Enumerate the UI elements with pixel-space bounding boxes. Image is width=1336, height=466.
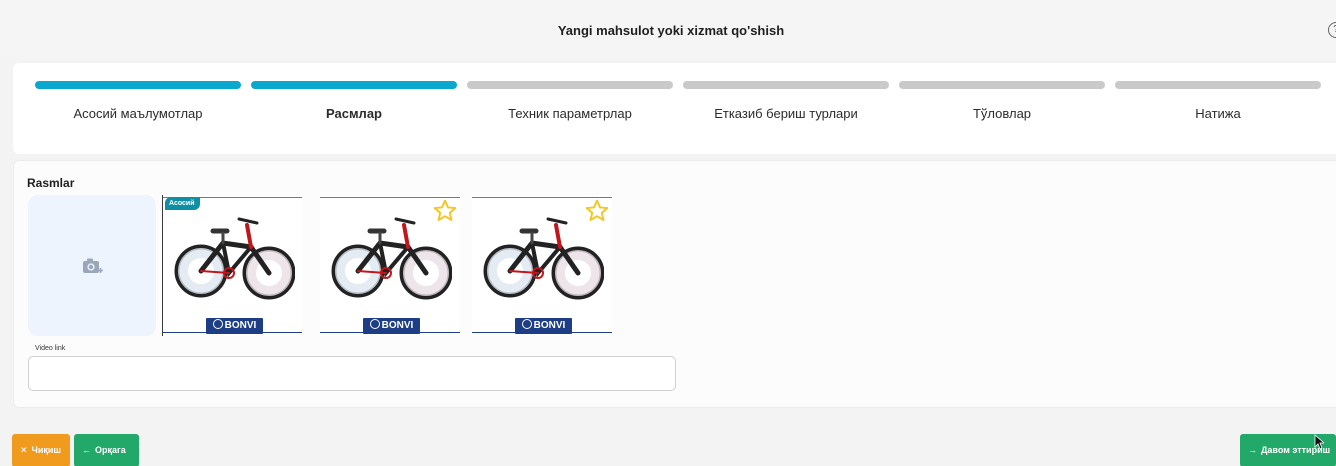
back-button-label: Орқага xyxy=(95,445,126,455)
video-link-label: Video link xyxy=(35,345,66,352)
image-upload-button[interactable] xyxy=(28,195,156,336)
close-icon: ✕ xyxy=(20,445,28,455)
image-thumbnail[interactable]: BONVI xyxy=(320,195,460,336)
step-delivery-types[interactable]: Етказиб бериш турлари xyxy=(683,81,889,121)
step-progress-bar xyxy=(899,81,1105,89)
thumb-frame-bottom xyxy=(320,332,460,333)
thumb-frame-bottom xyxy=(472,332,612,333)
step-progress-bar xyxy=(35,81,241,89)
bonvi-logo-icon xyxy=(369,319,380,329)
bonvi-logo-icon xyxy=(521,319,532,329)
section-title: Rasmlar xyxy=(27,176,75,190)
step-progress-bar xyxy=(251,81,457,89)
image-thumbnail[interactable]: Асосий BONVI xyxy=(162,195,302,336)
images-section: Rasmlar Асосий BONVI BONVI BONVI Video l… xyxy=(13,160,1336,408)
step-label: Етказиб бериш турлари xyxy=(714,106,858,121)
step-progress-bar xyxy=(683,81,889,89)
modal-header: Yangi mahsulot yoki xizmat qo'shish ? xyxy=(0,0,1336,60)
star-outline-icon[interactable] xyxy=(584,198,610,224)
brand-text: BONVI xyxy=(224,320,257,331)
step-basic-info[interactable]: Асосий маълумотлар xyxy=(35,81,241,121)
brand-text: BONVI xyxy=(533,320,566,331)
step-label: Техник параметрлар xyxy=(508,106,632,121)
page-title: Yangi mahsulot yoki xizmat qo'shish xyxy=(557,23,785,38)
brand-text: BONVI xyxy=(381,320,414,331)
bicycle-image xyxy=(174,217,295,300)
step-label: Натижа xyxy=(1195,106,1241,121)
step-label: Расмлар xyxy=(325,106,382,121)
exit-button-label: Чиқиш xyxy=(31,445,61,455)
thumb-frame-bottom xyxy=(163,332,302,333)
step-progress-bar xyxy=(467,81,673,89)
camera-plus-icon xyxy=(83,258,103,273)
image-thumbnail[interactable]: BONVI xyxy=(472,195,612,336)
step-result[interactable]: Натижа xyxy=(1115,81,1321,121)
arrow-left-icon: ← xyxy=(82,445,91,455)
video-link-input[interactable] xyxy=(28,356,676,391)
mouse-cursor-icon xyxy=(1314,434,1324,450)
step-technical-params[interactable]: Техник параметрлар xyxy=(467,81,673,121)
step-progress-bar xyxy=(1115,81,1321,89)
step-images[interactable]: Расмлар xyxy=(251,81,457,121)
step-label: Асосий маълумотлар xyxy=(73,106,203,121)
stepper: Асосий маълумотлар Расмлар Техник параме… xyxy=(13,63,1336,154)
star-outline-icon[interactable] xyxy=(432,198,458,224)
main-image-badge: Асосий xyxy=(165,197,200,210)
bonvi-logo-icon xyxy=(212,319,223,329)
step-payments[interactable]: Тўловлар xyxy=(899,81,1105,121)
exit-button[interactable]: ✕ Чиқиш xyxy=(12,434,70,466)
step-label: Тўловлар xyxy=(972,106,1032,121)
arrow-right-icon: → xyxy=(1248,445,1257,455)
back-button[interactable]: ← Орқага xyxy=(74,434,139,466)
